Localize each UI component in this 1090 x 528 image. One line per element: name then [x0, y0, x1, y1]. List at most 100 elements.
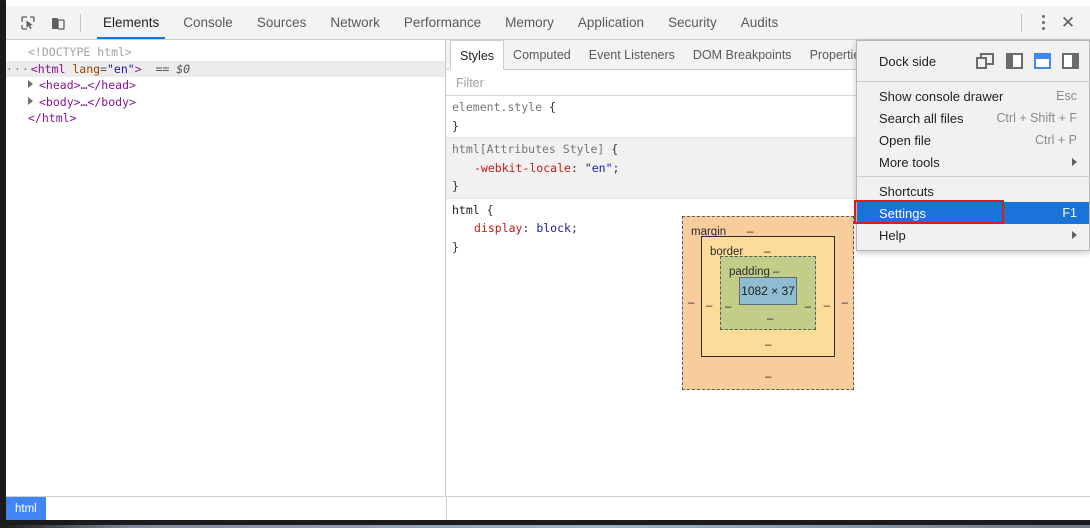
tab-audits[interactable]: Audits: [729, 6, 791, 39]
inspect-cursor-icon[interactable]: [14, 10, 42, 36]
menu-item-open-file[interactable]: Open file Ctrl + P: [857, 129, 1089, 151]
dom-row-head[interactable]: <head>…</head>: [6, 77, 445, 94]
tab-audits-label: Audits: [741, 15, 779, 30]
tab-application[interactable]: Application: [566, 6, 656, 39]
padding-left-value[interactable]: –: [725, 301, 731, 313]
html-open-tag: <html: [31, 62, 66, 76]
dom-row-doctype[interactable]: <!DOCTYPE html>: [6, 44, 445, 61]
tab-network[interactable]: Network: [318, 6, 392, 39]
breadcrumb-item-label: html: [15, 503, 37, 515]
tab-console-label: Console: [183, 15, 233, 30]
tab-performance[interactable]: Performance: [392, 6, 493, 39]
dock-side-label: Dock side: [879, 54, 936, 69]
devtools-window: Elements Console Sources Network Perform…: [0, 0, 1090, 528]
padding-right-value[interactable]: –: [805, 301, 811, 313]
breadcrumb-item-html[interactable]: html: [6, 497, 46, 520]
tab-event-listeners[interactable]: Event Listeners: [580, 40, 684, 69]
dock-side-row: Dock side: [857, 44, 1089, 78]
device-toolbar-icon[interactable]: [44, 10, 72, 36]
dock-to-left-icon[interactable]: [1006, 53, 1023, 69]
dom-tree-pane: <!DOCTYPE html> ···<html lang="en"> == $…: [6, 40, 446, 496]
box-model-border[interactable]: border – – – – padding – – – –: [701, 236, 835, 357]
html-attr-name: lang: [72, 62, 100, 76]
expand-ellipsis: ···: [6, 62, 31, 76]
css-property: -webkit-locale: [452, 161, 571, 175]
tab-dom-breakpoints[interactable]: DOM Breakpoints: [684, 40, 801, 69]
tab-computed[interactable]: Computed: [504, 40, 580, 69]
css-selector: element.style: [452, 100, 542, 114]
tab-memory[interactable]: Memory: [493, 6, 566, 39]
toolbar-right-divider: [1021, 14, 1022, 32]
dock-to-bottom-icon[interactable]: [1034, 53, 1051, 69]
tab-event-listeners-label: Event Listeners: [589, 48, 675, 62]
tab-security[interactable]: Security: [656, 6, 729, 39]
menu-item-label: Shortcuts: [879, 184, 934, 199]
menu-item-search-all-files[interactable]: Search all files Ctrl + Shift + F: [857, 107, 1089, 129]
margin-bottom-value[interactable]: –: [765, 371, 771, 383]
expand-arrow-icon[interactable]: [28, 80, 33, 88]
close-icon[interactable]: ✕: [1056, 11, 1080, 35]
menu-item-more-tools[interactable]: More tools: [857, 151, 1089, 173]
tab-styles-label: Styles: [460, 49, 494, 63]
dom-row-html-open[interactable]: ···<html lang="en"> == $0: [6, 61, 445, 78]
dom-tree: <!DOCTYPE html> ···<html lang="en"> == $…: [6, 40, 445, 496]
breadcrumb: html: [6, 496, 1090, 520]
undock-window-icon[interactable]: [976, 53, 995, 70]
tab-elements[interactable]: Elements: [91, 6, 171, 39]
box-model-margin[interactable]: margin – – – – border – – – – paddin: [682, 216, 854, 390]
kebab-menu-icon[interactable]: [1032, 12, 1054, 34]
devtools-root: Elements Console Sources Network Perform…: [6, 6, 1090, 520]
body-row-text: <body>…</body>: [39, 95, 136, 109]
doctype-text: <!DOCTYPE html>: [28, 45, 132, 59]
dock-side-options: [976, 53, 1079, 70]
chevron-right-icon: [1072, 158, 1077, 166]
border-bottom-value[interactable]: –: [765, 339, 771, 351]
menu-divider: [857, 176, 1089, 177]
tab-styles[interactable]: Styles: [450, 40, 504, 70]
menu-item-label: Help: [879, 228, 906, 243]
padding-bottom-value[interactable]: –: [767, 313, 773, 325]
border-right-value[interactable]: –: [824, 300, 830, 312]
tab-sources-label: Sources: [257, 15, 307, 30]
menu-item-label: Open file: [879, 133, 931, 148]
html-open-bracket: >: [135, 62, 142, 76]
tab-computed-label: Computed: [513, 48, 571, 62]
box-model-padding[interactable]: padding – – – – 1082 × 37: [720, 256, 816, 330]
border-left-value[interactable]: –: [706, 300, 712, 312]
margin-right-value[interactable]: –: [842, 297, 848, 309]
tab-security-label: Security: [668, 15, 717, 30]
box-model-content-size: 1082 × 37: [741, 284, 795, 298]
dom-row-body[interactable]: <body>…</body>: [6, 94, 445, 111]
html-close-text: </html>: [28, 111, 76, 125]
menu-divider: [857, 81, 1089, 82]
menu-item-label: Settings: [879, 206, 926, 221]
dom-row-html-close[interactable]: </html>: [6, 110, 445, 127]
tab-dom-breakpoints-label: DOM Breakpoints: [693, 48, 792, 62]
menu-item-help[interactable]: Help: [857, 224, 1089, 246]
menu-item-settings[interactable]: Settings F1: [857, 202, 1089, 224]
html-attr-value: "en": [107, 62, 135, 76]
menu-item-show-console-drawer[interactable]: Show console drawer Esc: [857, 85, 1089, 107]
dock-to-right-icon[interactable]: [1062, 53, 1079, 69]
toolbar-icon-group: [6, 6, 91, 39]
menu-item-shortcut: Ctrl + Shift + F: [982, 111, 1077, 125]
panel-tabs: Elements Console Sources Network Perform…: [91, 6, 790, 39]
tab-console[interactable]: Console: [171, 6, 245, 39]
css-value: block: [536, 221, 571, 235]
menu-item-shortcut: Ctrl + P: [1021, 133, 1077, 147]
box-model-diagram: margin – – – – border – – – – paddin: [682, 216, 854, 390]
box-model-content[interactable]: 1082 × 37: [739, 277, 797, 305]
menu-item-shortcut: Esc: [1042, 89, 1077, 103]
main-toolbar: Elements Console Sources Network Perform…: [6, 6, 1090, 40]
devtools-main-menu: Dock side Show console drawer Esc Search…: [856, 40, 1090, 251]
breadcrumb-divider: [446, 497, 447, 520]
margin-left-value[interactable]: –: [688, 297, 694, 309]
expand-arrow-icon[interactable]: [28, 97, 33, 105]
menu-item-shortcuts[interactable]: Shortcuts: [857, 180, 1089, 202]
style-filter-placeholder: Filter: [456, 76, 484, 90]
menu-item-shortcut: F1: [1048, 206, 1077, 220]
tab-elements-label: Elements: [103, 15, 159, 30]
tab-sources[interactable]: Sources: [245, 6, 319, 39]
menu-item-label: Search all files: [879, 111, 964, 126]
tab-network-label: Network: [330, 15, 380, 30]
